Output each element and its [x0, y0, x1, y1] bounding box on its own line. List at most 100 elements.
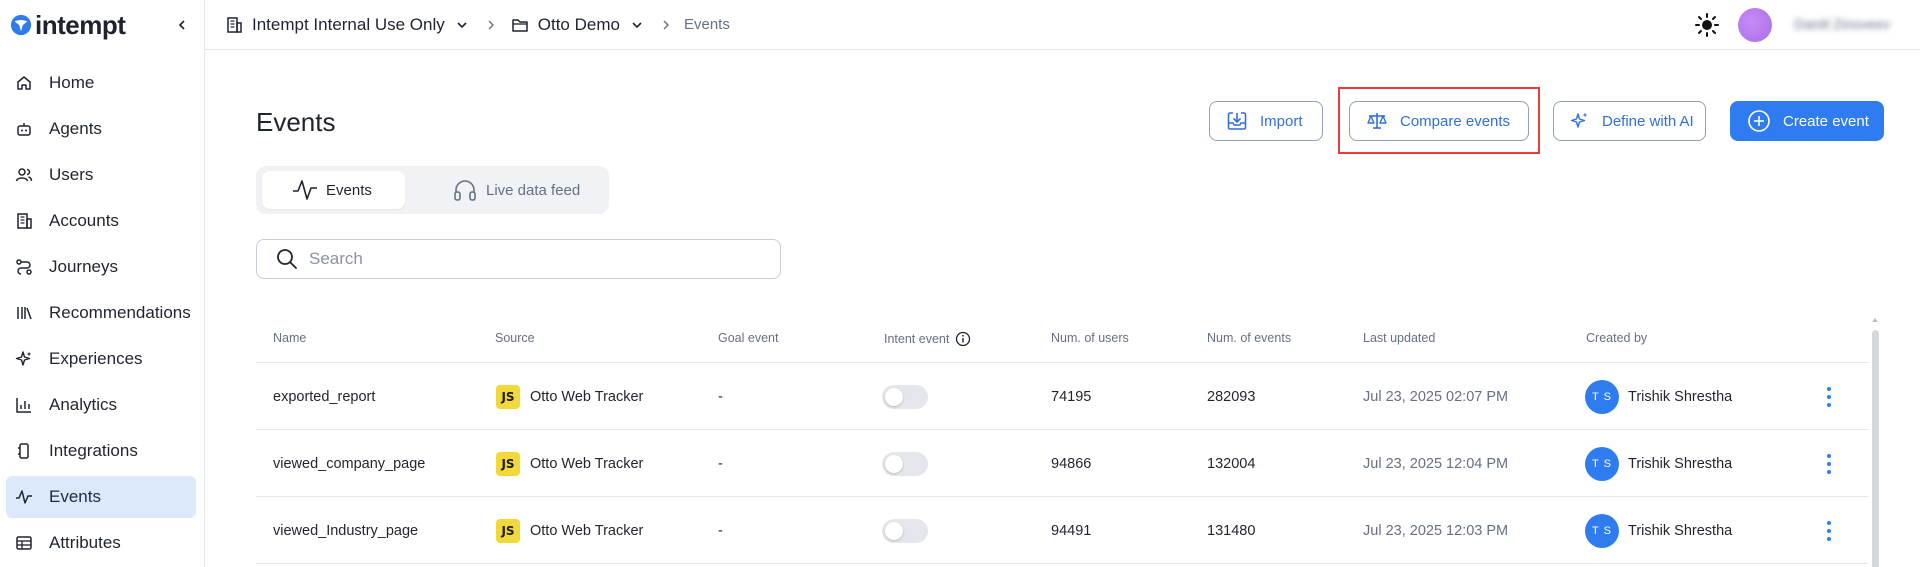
chevron-left-icon	[178, 20, 185, 30]
sidebar-item-integrations[interactable]: Integrations	[6, 430, 196, 472]
sparkle-icon	[1570, 112, 1588, 128]
creator-name: Trishik Shrestha	[1628, 455, 1733, 472]
intent-event-toggle[interactable]	[882, 384, 928, 409]
intent-event-toggle[interactable]	[882, 451, 928, 476]
table-row[interactable]: viewed_Industry_page JS Otto Web Tracker…	[256, 497, 1868, 564]
table-row[interactable]: viewed_company_page JS Otto Web Tracker …	[256, 430, 1868, 497]
search-input[interactable]	[309, 249, 749, 269]
sidebar-item-label: Events	[49, 487, 101, 506]
kebab-menu-icon[interactable]	[1819, 516, 1839, 546]
sidebar-item-analytics[interactable]: Analytics	[6, 384, 196, 426]
num-users: 94491	[1051, 522, 1092, 539]
num-users: 94866	[1051, 455, 1092, 472]
route-icon	[14, 257, 34, 277]
download-tray-icon	[1227, 112, 1247, 130]
event-name[interactable]: viewed_company_page	[273, 430, 425, 497]
collapse-sidebar-button[interactable]	[172, 15, 192, 35]
goal-event-value: -	[718, 388, 723, 405]
scroll-up-arrow-icon[interactable]	[1871, 316, 1879, 324]
source-label: Otto Web Tracker	[530, 388, 644, 405]
avatar: T S	[1585, 513, 1619, 548]
row-actions	[1819, 363, 1839, 430]
home-icon	[14, 73, 34, 93]
project-selector[interactable]: Otto Demo	[538, 15, 620, 35]
creator-name: Trishik Shrestha	[1628, 388, 1733, 405]
user-name[interactable]: Daniil Zinoveev	[1794, 16, 1890, 32]
sidebar-item-experiences[interactable]: Experiences	[6, 338, 196, 380]
sidebar-item-label: Recommendations	[49, 303, 191, 322]
column-header-name[interactable]: Name	[273, 331, 306, 345]
import-label: Import	[1260, 112, 1303, 130]
pulse-icon	[293, 180, 317, 200]
app-root: intempt Home Agents Users Accounts Journ…	[0, 0, 1920, 567]
avatar: T S	[1585, 446, 1619, 481]
creator-name: Trishik Shrestha	[1628, 522, 1733, 539]
sidebar: intempt Home Agents Users Accounts Journ…	[0, 0, 205, 567]
events-table: Name Source Goal event Intent event Num.…	[256, 318, 1868, 564]
event-name[interactable]: viewed_Industry_page	[273, 497, 418, 564]
chevron-right-icon	[663, 20, 669, 29]
sidebar-item-journeys[interactable]: Journeys	[6, 246, 196, 288]
num-events: 132004	[1207, 455, 1256, 472]
tab-label: Live data feed	[486, 181, 581, 199]
chart-icon	[14, 395, 34, 415]
import-button[interactable]: Import	[1209, 101, 1323, 141]
user-avatar[interactable]	[1738, 8, 1772, 42]
column-header-label: Intent event	[884, 332, 950, 346]
intent-event-toggle[interactable]	[882, 518, 928, 543]
create-event-button[interactable]: Create event	[1730, 101, 1884, 141]
table-row[interactable]: exported_report JS Otto Web Tracker - 74…	[256, 363, 1868, 430]
sun-icon[interactable]	[1694, 12, 1720, 38]
sidebar-nav: Home Agents Users Accounts Journeys Reco…	[0, 62, 204, 564]
chevron-down-icon[interactable]	[455, 18, 469, 32]
column-header-source[interactable]: Source	[495, 331, 535, 345]
brand-name: intempt	[35, 9, 126, 40]
tab-events[interactable]: Events	[262, 171, 405, 209]
sidebar-item-users[interactable]: Users	[6, 154, 196, 196]
compare-events-label: Compare events	[1400, 112, 1511, 130]
tab-live-data-feed[interactable]: Live data feed	[434, 171, 604, 209]
column-header-num-users[interactable]: Num. of users	[1051, 331, 1129, 345]
event-source: JS Otto Web Tracker	[496, 430, 643, 497]
kebab-menu-icon[interactable]	[1819, 382, 1839, 412]
headphones-icon	[454, 180, 476, 201]
column-header-num-events[interactable]: Num. of events	[1207, 331, 1291, 345]
sidebar-item-label: Users	[49, 165, 94, 184]
info-icon[interactable]	[955, 331, 971, 347]
kebab-menu-icon[interactable]	[1819, 449, 1839, 479]
define-with-ai-button[interactable]: Define with AI	[1553, 101, 1706, 141]
javascript-icon: JS	[496, 384, 520, 409]
javascript-icon: JS	[496, 518, 520, 543]
column-header-last-updated[interactable]: Last updated	[1363, 331, 1435, 345]
view-tabs: Events Live data feed	[256, 166, 609, 214]
sidebar-item-label: Analytics	[49, 395, 118, 414]
logo[interactable]: intempt	[0, 0, 204, 50]
search-icon	[277, 249, 297, 269]
sidebar-item-events[interactable]: Events	[6, 476, 196, 518]
sidebar-item-agents[interactable]: Agents	[6, 108, 196, 150]
chevron-down-icon[interactable]	[630, 18, 644, 32]
sidebar-item-attributes[interactable]: Attributes	[6, 522, 196, 564]
page-title: Events	[256, 107, 336, 137]
num-events: 131480	[1207, 522, 1256, 539]
sidebar-item-recommendations[interactable]: Recommendations	[6, 292, 196, 334]
scrollbar-thumb[interactable]	[1872, 330, 1879, 567]
plug-icon	[14, 441, 34, 461]
column-header-goal-event[interactable]: Goal event	[718, 331, 778, 345]
num-events: 282093	[1207, 388, 1256, 405]
compare-events-button[interactable]: Compare events	[1349, 101, 1529, 141]
sidebar-item-home[interactable]: Home	[6, 62, 196, 104]
org-selector[interactable]: Intempt Internal Use Only	[252, 15, 445, 35]
sidebar-item-accounts[interactable]: Accounts	[6, 200, 196, 242]
table-scrollbar[interactable]	[1870, 316, 1880, 567]
event-source: JS Otto Web Tracker	[496, 363, 643, 430]
row-actions	[1819, 430, 1839, 497]
column-header-created-by[interactable]: Created by	[1586, 331, 1647, 345]
pulse-icon	[14, 487, 34, 507]
event-name[interactable]: exported_report	[273, 363, 375, 430]
scale-icon	[1367, 113, 1387, 129]
intent-event-cell	[882, 363, 928, 430]
created-by: T S Trishik Shrestha	[1585, 430, 1732, 497]
column-header-intent-event[interactable]: Intent event	[884, 331, 971, 347]
sidebar-item-label: Accounts	[49, 211, 119, 230]
